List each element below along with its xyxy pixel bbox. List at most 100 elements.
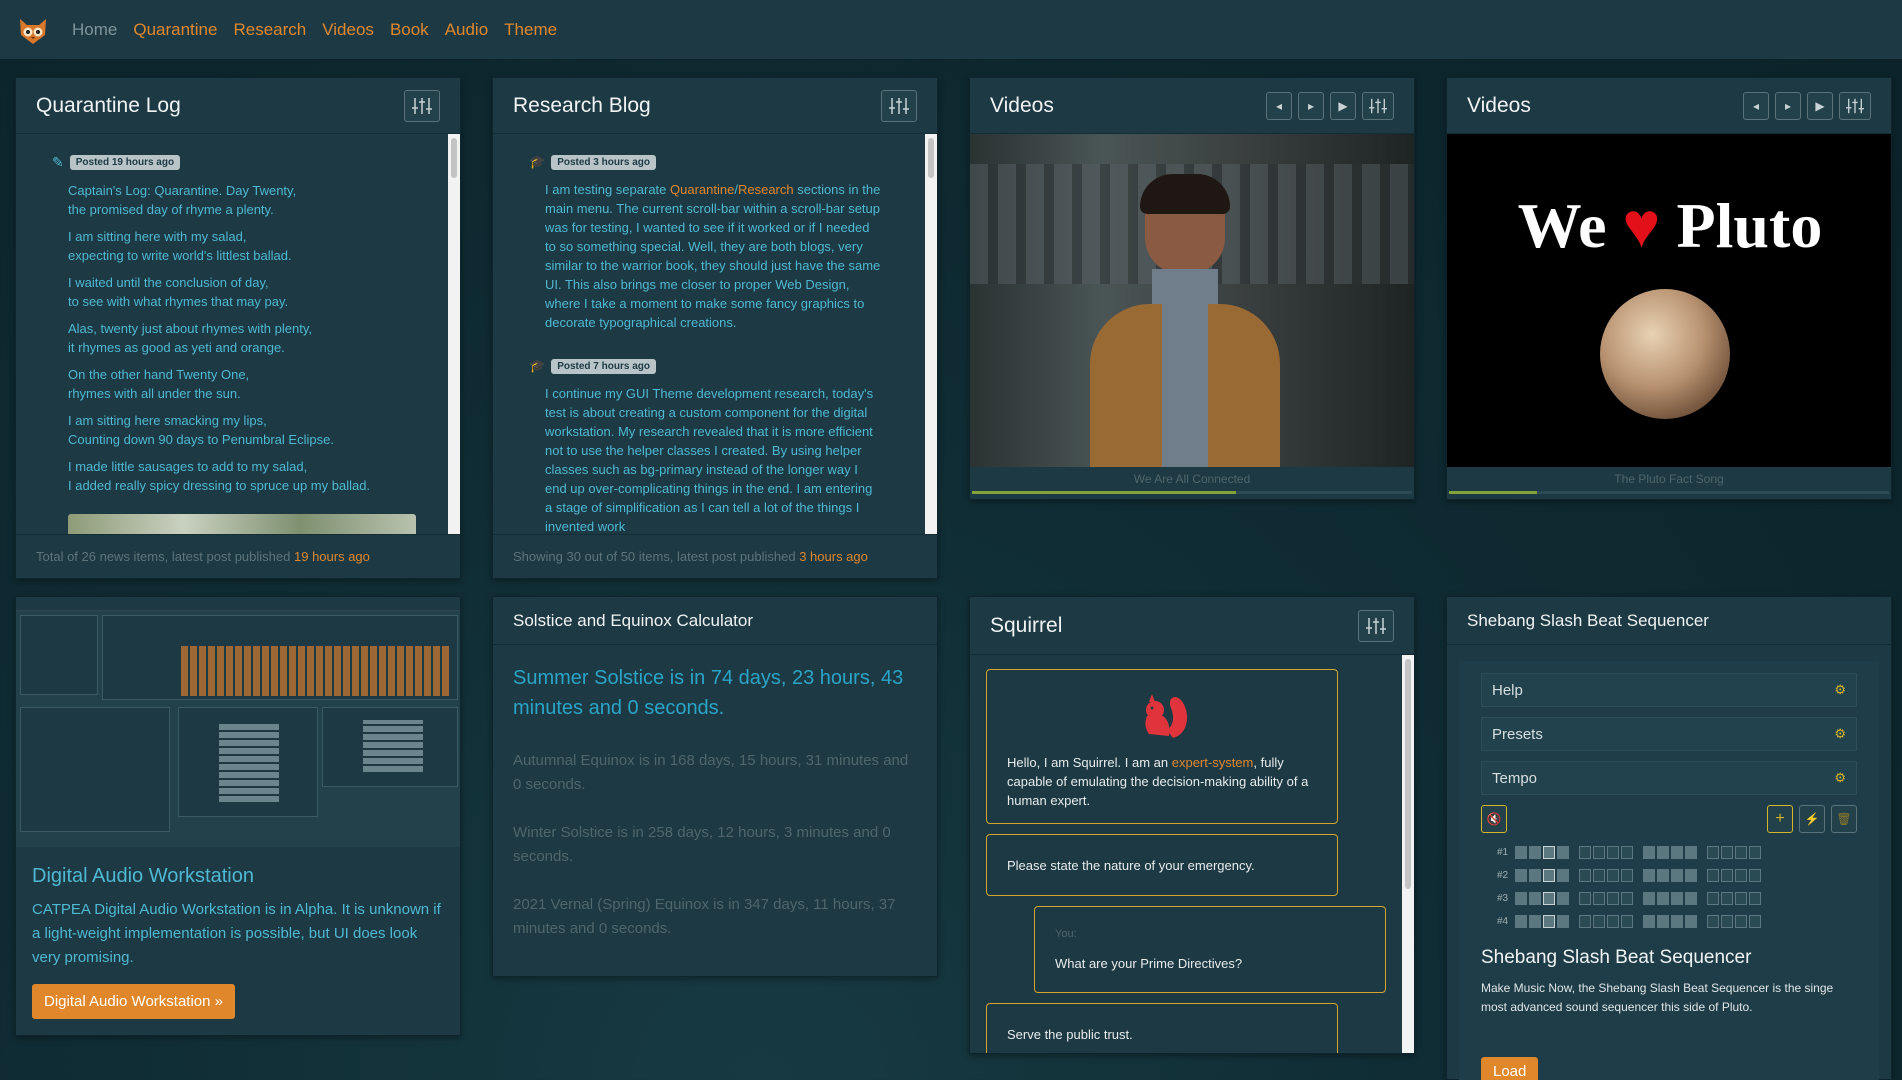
research-link[interactable]: Research: [738, 182, 794, 197]
quarantine-link[interactable]: Quarantine: [670, 182, 734, 197]
prev-icon[interactable]: ◂: [1266, 91, 1292, 120]
expert-system-link[interactable]: expert-system: [1172, 755, 1254, 770]
squirrel-chat[interactable]: Hello, I am Squirrel. I am an expert-sys…: [970, 655, 1414, 1053]
beat-cell[interactable]: [1543, 846, 1555, 859]
beat-cell[interactable]: [1607, 915, 1619, 928]
prev-icon[interactable]: ◂: [1743, 91, 1769, 120]
beat-cell[interactable]: [1721, 846, 1733, 859]
play-icon[interactable]: ▶: [1807, 91, 1833, 120]
latest-post-link[interactable]: 19 hours ago: [294, 549, 370, 564]
add-icon[interactable]: +: [1767, 805, 1793, 833]
latest-post-link[interactable]: 3 hours ago: [799, 549, 868, 564]
beat-cell[interactable]: [1685, 846, 1697, 859]
beat-cell[interactable]: [1657, 869, 1669, 882]
beat-cell[interactable]: [1685, 915, 1697, 928]
beat-cell[interactable]: [1557, 846, 1569, 859]
beat-cell[interactable]: [1579, 892, 1591, 905]
beat-cell[interactable]: [1593, 915, 1605, 928]
beat-cell[interactable]: [1607, 892, 1619, 905]
beat-cell[interactable]: [1685, 892, 1697, 905]
beat-cell[interactable]: [1749, 846, 1761, 859]
settings-sliders-icon[interactable]: [404, 89, 440, 122]
daw-button[interactable]: Digital Audio Workstation »: [32, 984, 235, 1019]
beat-cell[interactable]: [1621, 869, 1633, 882]
beat-cell[interactable]: [1657, 892, 1669, 905]
beat-cell[interactable]: [1735, 915, 1747, 928]
accordion-presets[interactable]: Presets ⚙: [1481, 717, 1857, 751]
beat-cell[interactable]: [1579, 915, 1591, 928]
nav-audio[interactable]: Audio: [445, 20, 488, 40]
beat-cell[interactable]: [1735, 869, 1747, 882]
beat-cell[interactable]: [1735, 846, 1747, 859]
beat-cell[interactable]: [1557, 869, 1569, 882]
beat-cell[interactable]: [1707, 892, 1719, 905]
research-body[interactable]: 🎓 Posted 3 hours ago I am testing separa…: [493, 134, 937, 534]
beat-cell[interactable]: [1515, 869, 1527, 882]
beat-cell[interactable]: [1671, 846, 1683, 859]
beat-cell[interactable]: [1557, 915, 1569, 928]
beat-cell[interactable]: [1607, 869, 1619, 882]
beat-cell[interactable]: [1529, 846, 1541, 859]
beat-cell[interactable]: [1707, 869, 1719, 882]
daw-screenshot[interactable]: [16, 597, 460, 847]
beat-cell[interactable]: [1749, 892, 1761, 905]
beat-cell[interactable]: [1607, 846, 1619, 859]
beat-cell[interactable]: [1657, 915, 1669, 928]
beat-cell[interactable]: [1749, 869, 1761, 882]
beat-cell[interactable]: [1721, 915, 1733, 928]
beat-cell[interactable]: [1721, 869, 1733, 882]
research-scrollbar[interactable]: [925, 134, 937, 534]
nav-theme[interactable]: Theme: [504, 20, 557, 40]
beat-cell[interactable]: [1643, 846, 1655, 859]
nav-quarantine[interactable]: Quarantine: [133, 20, 217, 40]
settings-sliders-icon[interactable]: [1358, 609, 1394, 642]
beat-cell[interactable]: [1515, 892, 1527, 905]
beat-cell[interactable]: [1671, 869, 1683, 882]
beat-cell[interactable]: [1529, 869, 1541, 882]
video-progress[interactable]: [1449, 491, 1889, 494]
beat-cell[interactable]: [1707, 915, 1719, 928]
accordion-tempo[interactable]: Tempo ⚙: [1481, 761, 1857, 795]
cat-logo-icon[interactable]: [16, 13, 50, 47]
mute-icon[interactable]: 🔇: [1481, 805, 1507, 833]
beat-cell[interactable]: [1671, 892, 1683, 905]
beat-cell[interactable]: [1515, 846, 1527, 859]
beat-cell[interactable]: [1621, 915, 1633, 928]
beat-cell[interactable]: [1749, 915, 1761, 928]
beat-cell[interactable]: [1621, 846, 1633, 859]
play-icon[interactable]: ▶: [1330, 91, 1356, 120]
beat-cell[interactable]: [1579, 869, 1591, 882]
beat-cell[interactable]: [1579, 846, 1591, 859]
next-icon[interactable]: ▸: [1298, 91, 1324, 120]
beat-cell[interactable]: [1671, 915, 1683, 928]
beat-cell[interactable]: [1685, 869, 1697, 882]
accordion-help[interactable]: Help ⚙: [1481, 673, 1857, 707]
beat-cell[interactable]: [1593, 846, 1605, 859]
quarantine-scrollbar[interactable]: [448, 134, 460, 534]
beat-cell[interactable]: [1721, 892, 1733, 905]
settings-sliders-icon[interactable]: [881, 89, 917, 122]
beat-cell[interactable]: [1593, 869, 1605, 882]
beat-cell[interactable]: [1557, 892, 1569, 905]
nav-home[interactable]: Home: [72, 20, 117, 40]
beat-cell[interactable]: [1543, 915, 1555, 928]
beat-cell[interactable]: [1593, 892, 1605, 905]
nav-book[interactable]: Book: [390, 20, 429, 40]
beat-cell[interactable]: [1543, 869, 1555, 882]
beat-cell[interactable]: [1529, 915, 1541, 928]
beat-cell[interactable]: [1621, 892, 1633, 905]
load-button[interactable]: Load: [1481, 1057, 1539, 1080]
video-frame[interactable]: [970, 134, 1414, 467]
beat-cell[interactable]: [1515, 915, 1527, 928]
beat-cell[interactable]: [1643, 869, 1655, 882]
trash-icon[interactable]: 🗑: [1831, 805, 1857, 833]
settings-sliders-icon[interactable]: [1839, 91, 1871, 120]
quarantine-body[interactable]: ✎ Posted 19 hours ago Captain's Log: Qua…: [16, 134, 460, 534]
next-icon[interactable]: ▸: [1775, 91, 1801, 120]
beat-cell[interactable]: [1735, 892, 1747, 905]
beat-cell[interactable]: [1543, 892, 1555, 905]
beat-cell[interactable]: [1707, 846, 1719, 859]
settings-sliders-icon[interactable]: [1362, 91, 1394, 120]
beat-cell[interactable]: [1643, 892, 1655, 905]
squirrel-scrollbar[interactable]: [1402, 655, 1414, 1053]
